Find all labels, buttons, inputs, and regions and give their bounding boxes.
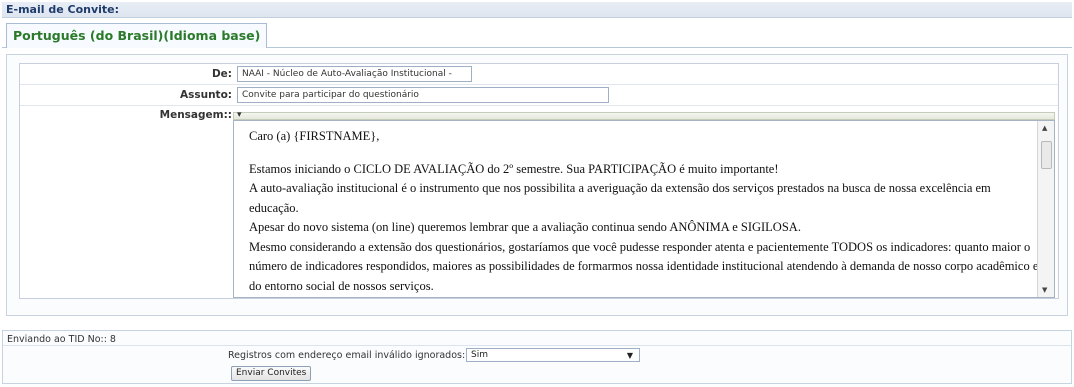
- message-line: Mesmo considerando a extensão dos questi…: [249, 239, 1031, 254]
- message-line: número de indicadores respondidos, maior…: [249, 259, 1039, 273]
- from-label: De:: [211, 68, 232, 80]
- editor-scrollbar[interactable]: ▲ ▼: [1037, 121, 1054, 297]
- message-body: Caro (a) {FIRSTNAME}, Estamos iniciando …: [249, 127, 1039, 296]
- send-invitations-button[interactable]: Enviar Convites: [231, 366, 312, 381]
- subject-label: Assunto:: [179, 89, 232, 101]
- message-line: Estamos iniciando o CICLO DE AVALIAÇÃO d…: [249, 161, 779, 176]
- message-line: Caro (a) {FIRSTNAME},: [249, 129, 380, 143]
- tab-portuguese-brazil[interactable]: Português (do Brasil)(Idioma base): [6, 23, 268, 48]
- message-line: Apesar do novo sistema (on line) queremo…: [249, 220, 801, 234]
- invalid-email-select[interactable]: Sim ▼: [466, 348, 640, 362]
- tid-status: Enviando ao TID No:: 8: [7, 334, 116, 345]
- message-label: Mensagem::: [159, 109, 232, 121]
- message-line: [249, 147, 1039, 160]
- subject-row: Assunto: Convite para participar do ques…: [20, 85, 1058, 106]
- editor-toolbar[interactable]: ▾: [233, 110, 1055, 120]
- invalid-email-label: Registros com endereço email inválido ig…: [228, 350, 466, 361]
- message-line: do entorno social de nossos serviços.: [249, 278, 434, 293]
- invitation-panel: De: NAAI - Núcleo de Auto-Avaliação Inst…: [6, 54, 1068, 316]
- invitation-form: De: NAAI - Núcleo de Auto-Avaliação Inst…: [19, 63, 1059, 299]
- toolbar-toggle-icon[interactable]: ▾: [237, 110, 242, 120]
- message-editor[interactable]: Caro (a) {FIRSTNAME}, Estamos iniciando …: [233, 120, 1055, 298]
- language-tab-bar: Português (do Brasil)(Idioma base): [2, 20, 1072, 48]
- message-line: educação.: [249, 200, 299, 215]
- message-line: A auto-avaliação institucional é o instr…: [249, 181, 991, 195]
- chevron-down-icon[interactable]: ▼: [627, 349, 633, 362]
- scroll-up-icon[interactable]: ▲: [1042, 124, 1047, 132]
- subject-field[interactable]: Convite para participar do questionário: [237, 87, 609, 103]
- section-title: E-mail de Convite:: [2, 2, 1072, 18]
- divider: [3, 345, 1071, 346]
- from-row: De: NAAI - Núcleo de Auto-Avaliação Inst…: [20, 64, 1058, 85]
- invalid-email-value: Sim: [471, 350, 488, 360]
- send-panel: Enviando ao TID No:: 8 Registros com end…: [2, 330, 1072, 384]
- scroll-down-icon[interactable]: ▼: [1042, 286, 1047, 294]
- from-field[interactable]: NAAI - Núcleo de Auto-Avaliação Instituc…: [237, 66, 472, 82]
- scroll-thumb[interactable]: [1041, 141, 1052, 169]
